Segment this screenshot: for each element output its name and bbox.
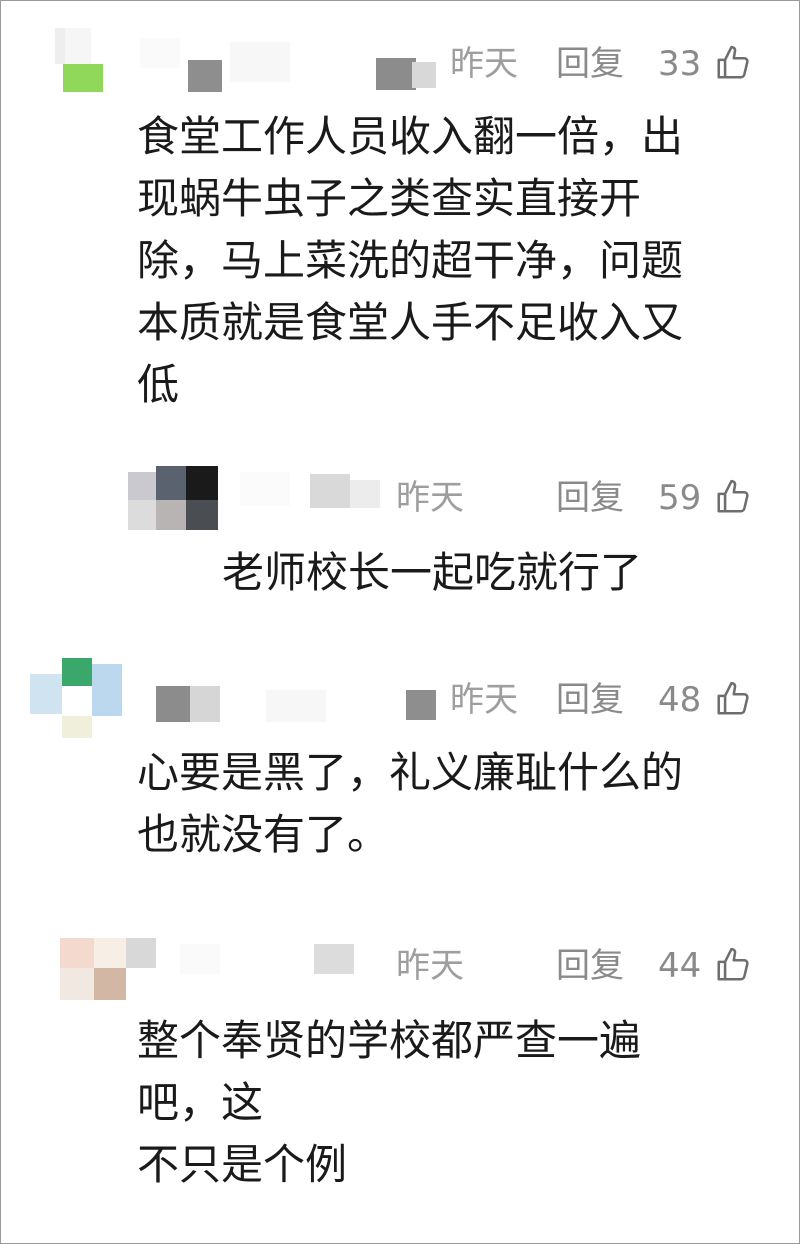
avatar[interactable] bbox=[128, 466, 224, 534]
thumbs-up-icon[interactable] bbox=[714, 680, 752, 718]
reply-button[interactable]: 回复 bbox=[556, 478, 624, 518]
comment-text: 食堂工作人员收入翻一倍，出 现蜗牛虫子之类查实直接开 除，马上菜洗的超干净，问题… bbox=[137, 112, 684, 409]
comment-time: 昨天 bbox=[396, 946, 464, 986]
thumbs-up-icon[interactable] bbox=[714, 44, 752, 82]
like-count: 48 bbox=[658, 680, 702, 720]
thumbs-up-icon[interactable] bbox=[714, 478, 752, 516]
like-count: 44 bbox=[658, 946, 702, 986]
comment-text: 心要是黑了，礼义廉耻什么的 也就没有了。 bbox=[137, 748, 684, 859]
avatar[interactable] bbox=[60, 934, 160, 1004]
username[interactable] bbox=[180, 940, 390, 980]
comment-text: 老师校长一起吃就行了 bbox=[222, 548, 643, 597]
comment-time: 昨天 bbox=[450, 44, 518, 84]
comment-text: 整个奉贤的学校都严查一遍 吧，这 不只是个例 bbox=[137, 1016, 642, 1189]
reply-button[interactable]: 回复 bbox=[556, 44, 624, 84]
thumbs-up-icon[interactable] bbox=[714, 946, 752, 984]
reply-button[interactable]: 回复 bbox=[556, 946, 624, 986]
like-count: 33 bbox=[658, 44, 702, 84]
username[interactable] bbox=[156, 682, 456, 730]
comment-time: 昨天 bbox=[450, 680, 518, 720]
avatar[interactable] bbox=[30, 658, 126, 738]
comment-time: 昨天 bbox=[396, 478, 464, 518]
username[interactable] bbox=[140, 38, 440, 94]
username[interactable] bbox=[240, 470, 390, 520]
avatar[interactable] bbox=[55, 28, 105, 94]
like-count: 59 bbox=[658, 478, 702, 518]
reply-button[interactable]: 回复 bbox=[556, 680, 624, 720]
